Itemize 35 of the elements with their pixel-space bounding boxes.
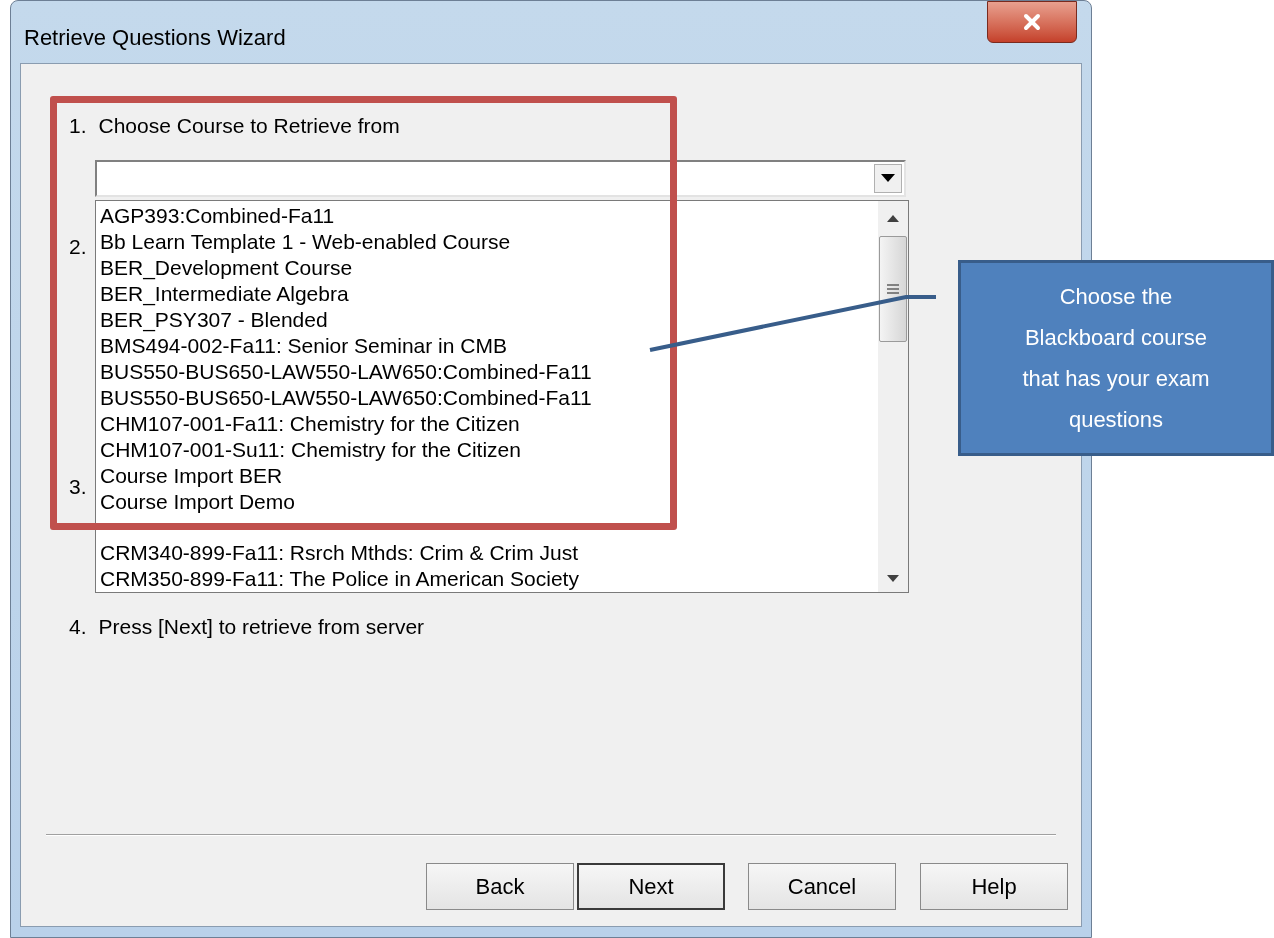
step-label: Press [Next] to retrieve from server <box>98 613 425 640</box>
dropdown-button[interactable] <box>874 163 902 193</box>
course-list-item[interactable]: CRM350-899-Fa11: The Police in American Society <box>100 565 579 592</box>
course-list-item[interactable]: BER_Development Course <box>100 254 353 281</box>
course-list-item[interactable]: BMS494-002-Fa11: Senior Seminar in CMB <box>100 332 507 359</box>
course-list-item[interactable]: CHM107-001-Su11: Chemistry for the Citizen <box>100 436 521 463</box>
step-number: 1. <box>69 113 87 139</box>
dialog-button[interactable]: Back <box>426 863 574 910</box>
course-list-item[interactable]: BER_Intermediate Algebra <box>100 280 349 307</box>
scroll-up-icon <box>887 214 899 222</box>
scroll-down-icon <box>887 574 899 582</box>
course-list-item[interactable]: Bb Learn Template 1 - Web-enabled Course <box>100 228 511 255</box>
step-number: 4. <box>69 613 87 640</box>
course-list-item[interactable]: CRM340-899-Fa11: Rsrch Mthds: Crim & Crim Just <box>100 539 579 566</box>
step-number: 3. <box>69 473 87 500</box>
scrollbar-thumb[interactable] <box>879 235 907 342</box>
step-number: 2. <box>69 233 87 260</box>
course-list-item[interactable]: BER_PSY307 - Blended <box>100 306 328 333</box>
callout-text: Choose the Blackboard course that has your exam questions <box>1021 283 1211 434</box>
dialog-button[interactable]: Help <box>920 863 1068 910</box>
course-list-item[interactable]: BUS550-BUS650-LAW550-LAW650:Combined-Fa11 <box>100 358 592 385</box>
step-label: Choose Course to Retrieve from <box>98 113 400 139</box>
close-button[interactable] <box>987 1 1077 43</box>
course-list-item[interactable]: CHM107-001-Fa11: Chemistry for the Citizen <box>100 410 520 437</box>
dialog-button[interactable]: Cancel <box>748 863 896 910</box>
course-list-item[interactable]: Course Import Demo <box>100 488 295 515</box>
dialog-button[interactable]: Next <box>577 863 725 910</box>
course-list-item[interactable]: BUS550-BUS650-LAW550-LAW650:Combined-Fa11 <box>100 384 592 411</box>
window-title: Retrieve Questions Wizard <box>24 24 286 52</box>
scrollbar[interactable] <box>878 200 908 592</box>
course-list-item[interactable]: Course Import BER <box>100 462 283 489</box>
course-list-item[interactable]: AGP393:Combined-Fa11 <box>100 202 335 229</box>
grip-icon <box>887 283 899 294</box>
course-combo-box[interactable] <box>95 159 906 197</box>
caret-icon <box>881 174 895 182</box>
